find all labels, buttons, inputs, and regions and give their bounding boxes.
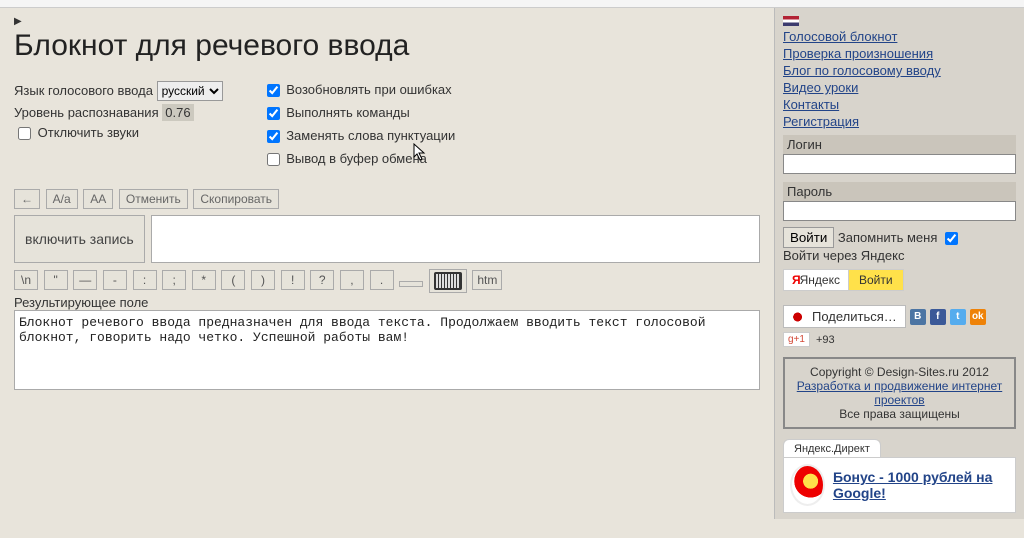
sym-quote-button[interactable]: "	[44, 270, 68, 290]
yandex-direct-tab[interactable]: Яндекс.Директ	[783, 439, 881, 457]
password-label: Пароль	[783, 182, 1016, 201]
sym-semicolon-button[interactable]: ;	[162, 270, 186, 290]
htm-button[interactable]: htm	[472, 270, 502, 290]
resume-errors-option[interactable]: Возобновлять при ошибках	[263, 82, 452, 97]
interim-input[interactable]	[151, 215, 760, 263]
yandex-direct-widget: Яндекс.Директ Бонус - 1000 рублей на Goo…	[783, 439, 1016, 513]
lang-label: Язык голосового ввода	[14, 83, 153, 98]
nav-pronunciation[interactable]: Проверка произношения	[783, 46, 1016, 61]
yandex-via-label: Войти через Яндекс	[783, 248, 1016, 263]
language-select[interactable]: русский	[157, 81, 223, 101]
login-button[interactable]: Войти	[783, 227, 834, 248]
share-button[interactable]: Поделиться…	[783, 305, 906, 328]
mute-sounds-option[interactable]: Отключить звуки	[14, 125, 139, 140]
nav-links: Голосовой блокнот Проверка произношения …	[783, 29, 1016, 129]
sym-colon-button[interactable]: :	[133, 270, 157, 290]
sym-emdash-button[interactable]: —	[73, 270, 97, 290]
sym-lparen-button[interactable]: (	[221, 270, 245, 290]
upper-case-button[interactable]: АА	[83, 189, 113, 209]
clipboard-option[interactable]: Вывод в буфер обмена	[263, 151, 427, 166]
odnoklassniki-icon[interactable]: ok	[970, 309, 986, 325]
google-plus-button[interactable]: g+1	[783, 332, 810, 347]
login-label: Логин	[783, 135, 1016, 154]
sym-period-button[interactable]: .	[370, 270, 394, 290]
sym-rparen-button[interactable]: )	[251, 270, 275, 290]
flag-icon[interactable]	[783, 16, 799, 26]
symbol-toolbar: \n " — - : ; * ( ) ! ? , . htm	[14, 269, 760, 293]
toggle-case-button[interactable]: А/а	[46, 189, 78, 209]
nav-register[interactable]: Регистрация	[783, 114, 1016, 129]
main-content: ▶ Блокнот для речевого ввода Язык голосо…	[0, 8, 774, 519]
google-plus-count: +93	[816, 334, 835, 346]
speaker-icon	[792, 310, 806, 324]
sym-asterisk-button[interactable]: *	[192, 270, 216, 290]
edit-toolbar: ← А/а АА Отменить Скопировать	[14, 189, 760, 209]
copyright-box: Copyright © Design-Sites.ru 2012 Разрабо…	[783, 357, 1016, 429]
run-commands-label: Выполнять команды	[286, 105, 409, 120]
resume-errors-checkbox[interactable]	[267, 84, 280, 97]
cursor-icon	[413, 143, 427, 163]
copyright-link[interactable]: Разработка и продвижение интернет проект…	[797, 379, 1002, 407]
start-recording-button[interactable]: включить запись	[14, 215, 145, 263]
copy-button[interactable]: Скопировать	[193, 189, 279, 209]
sym-blank-button[interactable]	[399, 281, 423, 287]
resume-errors-label: Возобновлять при ошибках	[286, 82, 451, 97]
clipboard-label: Вывод в буфер обмена	[286, 151, 427, 166]
replace-punct-option[interactable]: Заменять слова пунктуации	[263, 128, 456, 143]
result-field-label: Результирующее поле	[14, 295, 760, 310]
copyright-line3: Все права защищены	[791, 407, 1008, 421]
back-button[interactable]: ←	[14, 189, 40, 209]
sidebar: Голосовой блокнот Проверка произношения …	[774, 8, 1024, 519]
ad-box[interactable]: Бонус - 1000 рублей на Google!	[783, 457, 1016, 513]
ad-link[interactable]: Бонус - 1000 рублей на Google!	[833, 469, 1009, 501]
browser-chrome-bar	[0, 0, 1024, 8]
disclosure-triangle-icon[interactable]: ▶	[14, 16, 760, 27]
vk-icon[interactable]: B	[910, 309, 926, 325]
keyboard-icon-button[interactable]	[429, 269, 467, 293]
undo-button[interactable]: Отменить	[119, 189, 188, 209]
recognition-label: Уровень распознавания	[14, 105, 159, 120]
mute-sounds-checkbox[interactable]	[18, 127, 31, 140]
login-input[interactable]	[783, 154, 1016, 174]
sym-newline-button[interactable]: \n	[14, 270, 38, 290]
nav-voice-notepad[interactable]: Голосовой блокнот	[783, 29, 1016, 44]
replace-punct-label: Заменять слова пунктуации	[286, 128, 455, 143]
twitter-icon[interactable]: t	[950, 309, 966, 325]
replace-punct-checkbox[interactable]	[267, 130, 280, 143]
mute-sounds-label: Отключить звуки	[38, 125, 139, 140]
ad-target-icon	[790, 464, 825, 506]
remember-me-label: Запомнить меня	[838, 230, 937, 245]
run-commands-checkbox[interactable]	[267, 107, 280, 120]
password-input[interactable]	[783, 201, 1016, 221]
yandex-brand-text: Яндекс	[800, 273, 840, 287]
recognition-value: 0.76	[162, 104, 193, 121]
nav-videos[interactable]: Видео уроки	[783, 80, 1016, 95]
page-title: Блокнот для речевого ввода	[14, 29, 760, 63]
copyright-line1: Copyright © Design-Sites.ru 2012	[791, 365, 1008, 379]
clipboard-checkbox[interactable]	[267, 153, 280, 166]
sym-question-button[interactable]: ?	[310, 270, 334, 290]
yandex-login-button[interactable]: ЯЯндекс Войти	[783, 269, 904, 291]
remember-me-checkbox[interactable]	[945, 232, 958, 245]
facebook-icon[interactable]: f	[930, 309, 946, 325]
share-label: Поделиться…	[812, 309, 897, 324]
sym-dash-button[interactable]: -	[103, 270, 127, 290]
sym-comma-button[interactable]: ,	[340, 270, 364, 290]
nav-blog[interactable]: Блог по голосовому вводу	[783, 63, 1016, 78]
result-textarea[interactable]	[14, 310, 760, 390]
sym-excl-button[interactable]: !	[281, 270, 305, 290]
run-commands-option[interactable]: Выполнять команды	[263, 105, 410, 120]
nav-contacts[interactable]: Контакты	[783, 97, 1016, 112]
keyboard-icon	[434, 272, 462, 290]
yandex-enter-text: Войти	[848, 270, 903, 290]
